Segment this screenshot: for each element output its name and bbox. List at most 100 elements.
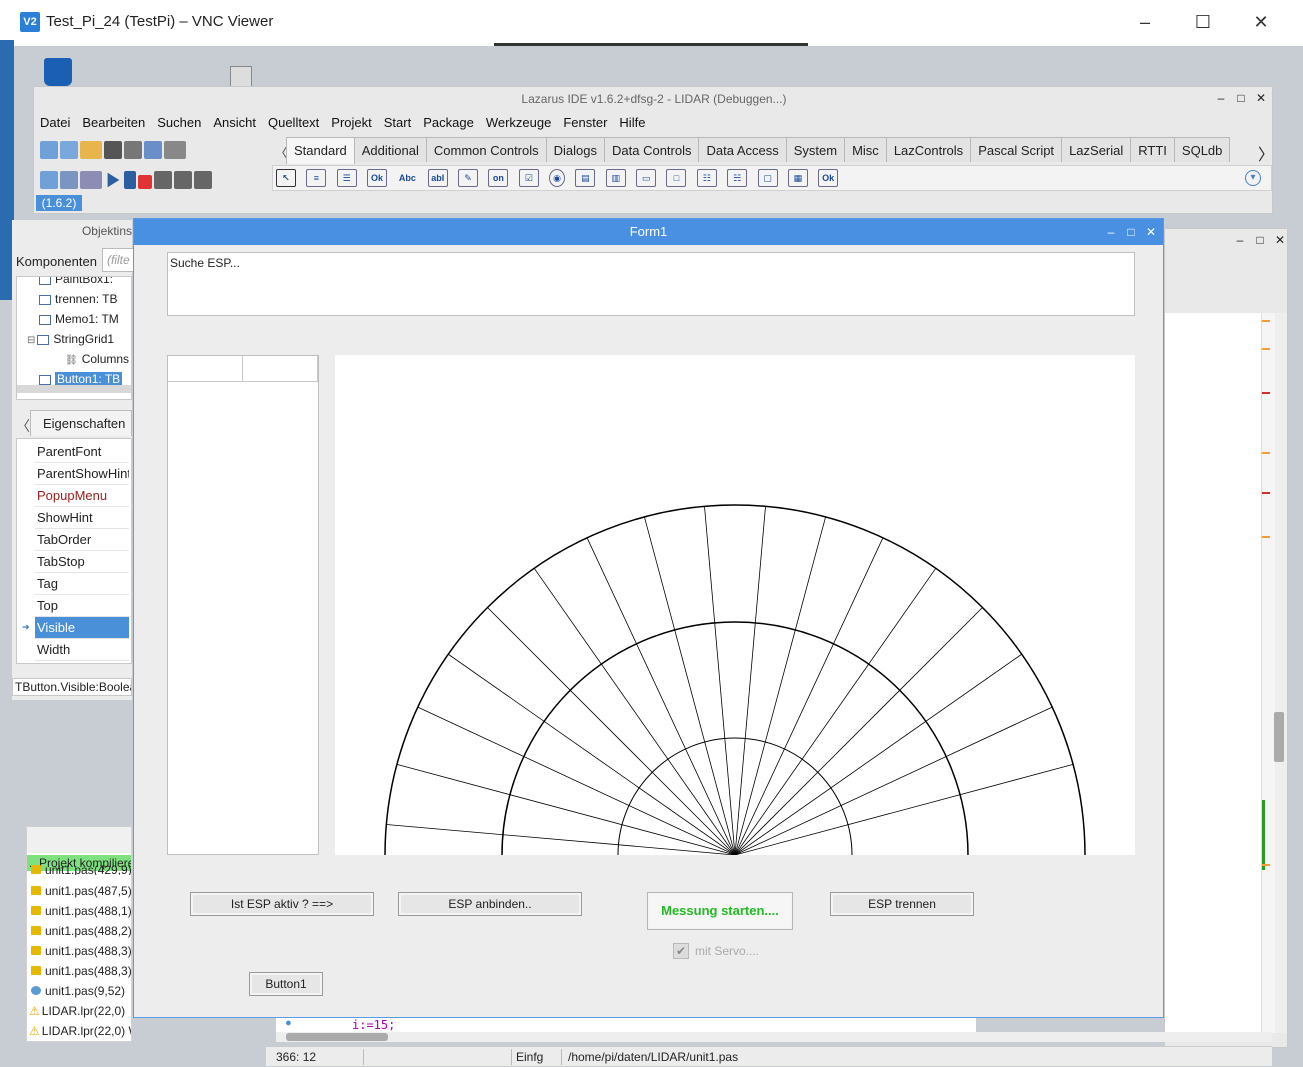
tcombobox-icon[interactable]: ▥ xyxy=(605,169,626,187)
tab-eigenschaften[interactable]: Eigenschaften xyxy=(30,410,132,436)
mainmenu-icon[interactable]: ≡ xyxy=(306,169,327,187)
prop-taborder[interactable]: TabOrder xyxy=(35,529,129,551)
props-tab-left-icon[interactable]: 〈 xyxy=(16,416,30,436)
menu-suchen[interactable]: Suchen xyxy=(151,113,207,133)
open-icon[interactable] xyxy=(80,141,102,159)
message-row[interactable]: unit1.pas(429,9) xyxy=(27,865,131,875)
tab-additional[interactable]: Additional xyxy=(353,137,427,162)
step-over-icon[interactable] xyxy=(174,171,192,189)
tactionlist-icon[interactable]: Ok xyxy=(818,169,839,187)
tab-standard[interactable]: Standard xyxy=(286,137,355,164)
memo1[interactable]: Suche ESP... xyxy=(167,252,1135,316)
menu-bearbeiten[interactable]: Bearbeiten xyxy=(76,113,151,133)
prop-showhint[interactable]: ShowHint xyxy=(35,507,129,529)
tree-hscroll[interactable] xyxy=(17,385,131,393)
message-row[interactable]: unit1.pas(488,3) xyxy=(27,961,131,981)
esp-trennen-button[interactable]: ESP trennen xyxy=(830,892,974,916)
editor-vscroll-thumb[interactable] xyxy=(1274,712,1284,762)
editor-minimize-icon[interactable]: – xyxy=(1233,233,1247,247)
popupmenu-icon[interactable]: ☰ xyxy=(336,169,357,187)
tree-item-columns[interactable]: ⛓ Columns xyxy=(17,349,131,369)
menu-hilfe[interactable]: Hilfe xyxy=(613,113,651,133)
menu-quelltext[interactable]: Quelltext xyxy=(262,113,325,133)
build-icon[interactable] xyxy=(80,171,102,189)
tree-item-stringgrid1[interactable]: ⊟ StringGrid1 xyxy=(17,329,131,349)
message-row[interactable]: unit1.pas(487,5) xyxy=(27,881,131,901)
ide-minimize-icon[interactable]: – xyxy=(1214,91,1228,105)
tab-data-access[interactable]: Data Access xyxy=(698,137,787,162)
view-forms-icon[interactable] xyxy=(40,171,58,189)
run-icon[interactable] xyxy=(107,172,120,188)
grid-header-cell[interactable] xyxy=(243,356,318,382)
tcheckbox-icon[interactable]: ☑ xyxy=(518,169,539,187)
tabs-scroll-right-icon[interactable]: 〉 xyxy=(1258,141,1274,165)
menu-package[interactable]: Package xyxy=(417,113,480,133)
ttogglebox-icon[interactable]: on xyxy=(488,169,509,187)
tab-pascal-script[interactable]: Pascal Script xyxy=(970,137,1063,162)
save-all-icon[interactable] xyxy=(124,141,142,159)
menu-projekt[interactable]: Projekt xyxy=(325,113,377,133)
save-icon[interactable] xyxy=(104,141,122,159)
tmemo-icon[interactable]: ✎ xyxy=(458,169,479,187)
menu-werkzeuge[interactable]: Werkzeuge xyxy=(480,113,558,133)
tab-system[interactable]: System xyxy=(785,137,846,162)
pause-icon[interactable] xyxy=(124,171,136,189)
editor-text-area[interactable] xyxy=(1165,313,1261,1033)
esp-anbinden-button[interactable]: ESP anbinden.. xyxy=(398,892,582,916)
prop-width[interactable]: Width xyxy=(35,639,129,661)
component-filter-input[interactable]: (filte xyxy=(102,248,134,272)
tree-item-memo1[interactable]: Memo1: TM xyxy=(17,309,131,329)
tgroupbox-icon[interactable]: □ xyxy=(666,169,687,187)
menu-datei[interactable]: Datei xyxy=(34,113,76,133)
maximize-button[interactable]: ☐ xyxy=(1188,10,1218,34)
tree-item-paintbox1[interactable]: PaintBox1: xyxy=(17,277,131,289)
form1-minimize-icon[interactable]: – xyxy=(1104,225,1118,239)
prop-tag[interactable]: Tag xyxy=(35,573,129,595)
palette-more-icon[interactable]: ▾ xyxy=(1245,170,1261,186)
tradiogroup-icon[interactable]: ☷ xyxy=(696,169,717,187)
tframe-icon[interactable]: ▦ xyxy=(787,169,808,187)
form1-maximize-icon[interactable]: □ xyxy=(1124,225,1138,239)
view-units-icon[interactable] xyxy=(164,141,186,159)
messung-starten-button[interactable]: Messung starten.... xyxy=(647,892,793,930)
message-row[interactable]: unit1.pas(9,52) xyxy=(27,981,125,1001)
menu-ansicht[interactable]: Ansicht xyxy=(207,113,262,133)
minimize-button[interactable]: – xyxy=(1130,10,1160,34)
tab-sqldb[interactable]: SQLdb xyxy=(1173,137,1231,162)
trash-icon[interactable] xyxy=(44,58,72,86)
prop-parentshowhint[interactable]: ParentShowHint xyxy=(35,463,129,485)
ide-maximize-icon[interactable]: □ xyxy=(1234,91,1248,105)
message-row[interactable]: unit1.pas(488,3) xyxy=(27,941,131,961)
editor-hscroll-thumb[interactable] xyxy=(286,1033,388,1041)
button1[interactable]: Button1 xyxy=(249,972,323,996)
tpanel-icon[interactable]: ▢ xyxy=(757,169,778,187)
stop-icon[interactable] xyxy=(138,175,152,189)
tab-lazcontrols[interactable]: LazControls xyxy=(885,137,972,162)
menu-start[interactable]: Start xyxy=(378,113,417,133)
ide-close-icon[interactable]: ✕ xyxy=(1254,91,1268,105)
tlistbox-icon[interactable]: ▤ xyxy=(575,169,596,187)
prop-tabstop[interactable]: TabStop xyxy=(35,551,129,573)
form1-close-icon[interactable]: ✕ xyxy=(1144,225,1158,239)
message-row[interactable]: ⚠LIDAR.lpr(22,0) Warning: "crtend.o" not xyxy=(27,1021,131,1041)
new-form-icon[interactable] xyxy=(60,141,78,159)
new-unit-icon[interactable] xyxy=(40,141,58,159)
tab-lazserial[interactable]: LazSerial xyxy=(1061,137,1132,162)
editor-maximize-icon[interactable]: □ xyxy=(1253,233,1267,247)
code-line[interactable]: ● i:=15; xyxy=(276,1018,976,1032)
tlabel-icon[interactable]: Abc xyxy=(397,170,417,188)
tscrollbar-icon[interactable]: ▭ xyxy=(636,169,657,187)
toggle-form-icon[interactable] xyxy=(144,141,162,159)
tab-data-controls[interactable]: Data Controls xyxy=(604,137,700,162)
tbutton-icon[interactable]: Ok xyxy=(367,169,388,187)
settings-file-icon[interactable] xyxy=(230,66,252,88)
prop-popupmenu[interactable]: PopupMenu xyxy=(35,485,129,507)
project-icon[interactable] xyxy=(60,171,78,189)
message-row[interactable]: ⚠ LIDAR.lpr(22,0) xyxy=(27,1001,125,1021)
ist-esp-aktiv-button[interactable]: Ist ESP aktiv ? ==> xyxy=(190,892,374,916)
step-out-icon[interactable] xyxy=(194,171,212,189)
prop-top[interactable]: Top xyxy=(35,595,129,617)
message-row[interactable]: unit1.pas(488,2) xyxy=(27,921,131,941)
pointer-tool-icon[interactable]: ↖ xyxy=(276,169,296,187)
tradiobutton-icon[interactable]: ◉ xyxy=(549,169,566,187)
